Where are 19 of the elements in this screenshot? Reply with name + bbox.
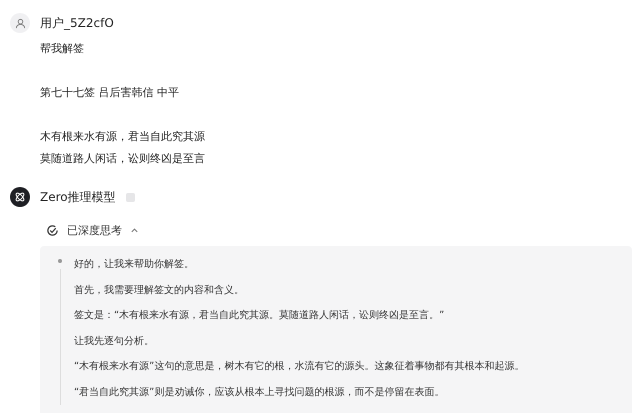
message-text: 第七十七签 吕后害韩信 中平: [40, 85, 180, 101]
check-circle-icon: [46, 224, 59, 236]
thinking-text: 让我先逐句分析。: [74, 334, 155, 348]
model-name: Zero推理模型: [40, 188, 116, 206]
thinking-text: “木有根来水有源”这句的意思是，树木有它的根，水流有它的源头。这象征着事物都有其根本和起源。: [74, 360, 524, 374]
thinking-text: 首先，我需要理解签文的内容和含义。: [74, 284, 245, 298]
bullet-icon: [58, 259, 62, 263]
thinking-text: 签文是：“木有根来水有源，君当自此究其源。莫随道路人闲话，讼则终凶是至言。”: [74, 308, 446, 323]
message-text: 帮我解签: [40, 41, 85, 57]
caret-icon: [130, 226, 139, 234]
thinking-text: “君当自此究其源”则是劝诫你，应该从根本上寻找问题的根源，而不是停留在表面。: [74, 386, 446, 400]
user-icon: [14, 18, 26, 28]
badge-icon: [126, 192, 135, 202]
message-text: 莫随道路人闲话，讼则终凶是至言: [40, 151, 206, 167]
message-text: 木有根来水有源，君当自此究其源: [40, 129, 206, 145]
logo-icon: [14, 191, 26, 203]
username: 用户_5Z2cfO: [40, 14, 114, 32]
thinking-toggle[interactable]: 已深度思考: [46, 222, 139, 238]
thinking-text: 好的，让我来帮助你解签。: [74, 258, 195, 272]
